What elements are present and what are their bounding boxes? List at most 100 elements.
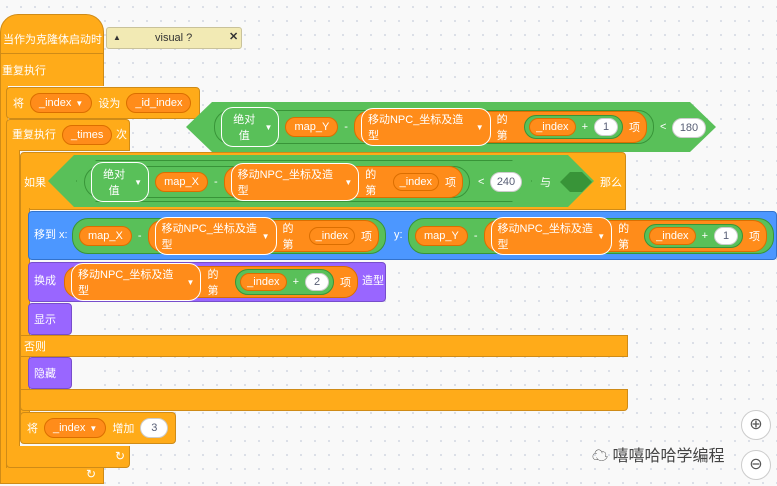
add-operator-3[interactable]: _index + 2 <box>235 269 334 295</box>
item-of-list-3[interactable]: 移动NPC_坐标及造型 ▼ 的第 _index 项 <box>147 217 379 255</box>
hide-block[interactable]: 隐藏 <box>28 357 72 389</box>
set-value-reporter[interactable]: _id_index <box>126 93 192 113</box>
item-suffix: 项 <box>749 231 760 243</box>
list-name: 移动NPC_坐标及造型 <box>367 114 464 142</box>
var-map-x-2[interactable]: map_X <box>79 226 132 246</box>
var-index[interactable]: _index <box>392 173 439 191</box>
collapse-icon[interactable]: ▲ <box>113 34 121 42</box>
number-input-180[interactable]: 180 <box>672 118 706 138</box>
add-operator-2[interactable]: _index + 1 <box>644 224 743 248</box>
minus-sign: - <box>213 176 218 188</box>
map-y-text: map_Y <box>424 230 459 242</box>
var-map-y-1[interactable]: map_Y <box>285 117 339 137</box>
list-dropdown-2[interactable]: 移动NPC_坐标及造型 ▼ <box>230 163 360 201</box>
zoom-in-button[interactable]: ⊕ <box>741 410 771 440</box>
map-x-text: map_X <box>164 176 199 188</box>
var-index[interactable]: _index <box>649 227 696 245</box>
list-dropdown-5[interactable]: 移动NPC_坐标及造型 ▼ <box>71 263 202 301</box>
lt-sign: < <box>478 176 485 188</box>
set-value-text: _id_index <box>135 97 183 109</box>
subtract-operator-x[interactable]: map_X - 移动NPC_坐标及造型 ▼ 的第 _index 项 <box>72 217 386 255</box>
close-icon[interactable]: ✕ <box>229 32 238 43</box>
set-var-block[interactable]: 将 _index ▼ 设为 _id_index <box>6 87 200 119</box>
number-text: 1 <box>722 230 730 242</box>
index-text: _index <box>315 230 348 242</box>
list-dropdown-4[interactable]: 移动NPC_坐标及造型 ▼ <box>490 217 613 255</box>
change-var-dropdown[interactable]: _index ▼ <box>44 418 107 438</box>
item-suffix: 项 <box>629 122 640 134</box>
list-dropdown-3[interactable]: 移动NPC_坐标及造型 ▼ <box>154 217 277 255</box>
dropdown-arrow-icon: ▼ <box>475 122 484 132</box>
plus-sign: + <box>292 276 299 288</box>
item-of-label: 的第 <box>207 269 219 297</box>
change-var-block[interactable]: 将 _index ▼ 增加 3 <box>20 412 176 444</box>
repeat-times-reporter[interactable]: _times <box>62 125 113 145</box>
plus-sign: + <box>581 121 588 133</box>
minus-sign: - <box>137 230 142 242</box>
repeat-bottom: ↻ <box>6 446 130 468</box>
hide-label: 隐藏 <box>34 368 56 380</box>
dropdown-arrow-icon: ▼ <box>261 231 270 241</box>
show-label: 显示 <box>34 314 56 326</box>
zoom-out-button[interactable]: ⊖ <box>741 450 771 480</box>
dropdown-arrow-icon: ▼ <box>344 177 353 187</box>
set-label: 将 <box>13 98 24 110</box>
var-map-y-2[interactable]: map_Y <box>415 226 468 246</box>
forever-label: 重复执行 <box>2 65 46 77</box>
subtract-operator-y[interactable]: map_Y - 移动NPC_坐标及造型 ▼ 的第 _index + 1 项 <box>408 217 774 255</box>
change-var-name: _index <box>53 422 86 434</box>
zoom-in-icon: ⊕ <box>749 416 763 433</box>
var-index[interactable]: _index <box>240 273 287 291</box>
minus-sign: - <box>344 121 348 133</box>
dropdown-arrow-icon: ▼ <box>89 423 98 433</box>
abs-operator-1[interactable]: 绝对值 ▼ map_Y - 移动NPC_坐标及造型 ▼ 的第 _index + 1 … <box>214 107 654 147</box>
number-input-3[interactable]: 3 <box>140 418 169 438</box>
lt-sign: < <box>660 121 667 133</box>
number-input-240[interactable]: 240 <box>490 172 522 192</box>
item-suffix: 项 <box>445 177 456 189</box>
and-label: 与 <box>540 177 551 189</box>
number-text: 240 <box>496 176 516 188</box>
item-of-label: 的第 <box>365 169 377 197</box>
wechat-icon: ☁ <box>592 448 609 465</box>
item-of-list-2[interactable]: 移动NPC_坐标及造型 ▼ 的第 _index 项 <box>223 163 463 201</box>
item-of-label: 的第 <box>618 223 630 251</box>
index-text: _index <box>399 176 432 188</box>
item-of-list-1[interactable]: 移动NPC_坐标及造型 ▼ 的第 _index + 1 项 <box>353 108 647 146</box>
repeat-var-text: _times <box>71 129 104 141</box>
show-block[interactable]: 显示 <box>28 303 72 335</box>
hat-label: 当作为克隆体启动时 <box>3 34 102 46</box>
repeat-times-label: 次 <box>116 129 127 141</box>
monitor-label: visual ? <box>155 32 193 44</box>
list-name: 移动NPC_坐标及造型 <box>161 223 257 251</box>
index-text: _index <box>656 230 689 242</box>
abs-dropdown-1[interactable]: 绝对值 ▼ <box>221 107 280 147</box>
number-text: 2 <box>313 276 321 288</box>
item-of-label: 的第 <box>282 223 294 251</box>
number-input[interactable]: 1 <box>594 118 618 136</box>
add-operator-1[interactable]: _index + 1 <box>524 115 623 139</box>
list-name: 移动NPC_坐标及造型 <box>78 269 174 297</box>
when-clone-start-hat[interactable]: 当作为克隆体启动时 <box>0 14 104 54</box>
number-input[interactable]: 1 <box>714 227 738 245</box>
watermark-text: 嘻嘻哈哈学编程 <box>612 448 725 465</box>
var-index[interactable]: _index <box>308 227 355 245</box>
var-index[interactable]: _index <box>529 118 576 136</box>
minus-sign: - <box>473 230 478 242</box>
item-of-list-5[interactable]: 移动NPC_坐标及造型 ▼ 的第 _index + 2 项 <box>64 263 358 301</box>
item-of-list-4[interactable]: 移动NPC_坐标及造型 ▼ 的第 _index + 1 项 <box>483 217 767 255</box>
list-dropdown-1[interactable]: 移动NPC_坐标及造型 ▼ <box>360 108 491 146</box>
dropdown-arrow-icon: ▼ <box>264 122 273 132</box>
forever-arrow-icon: ↻ <box>86 467 97 481</box>
plus-sign: + <box>701 230 708 242</box>
set-to-label: 设为 <box>98 98 121 110</box>
abs-dropdown-2[interactable]: 绝对值 ▼ <box>91 162 150 202</box>
abs-operator-2[interactable]: 绝对值 ▼ map_X - 移动NPC_坐标及造型 ▼ 的第 _index 项 <box>84 162 470 202</box>
set-var-name: _index <box>39 97 72 109</box>
set-var-dropdown[interactable]: _index ▼ <box>30 93 93 113</box>
index-text: _index <box>536 121 569 133</box>
var-map-x-1[interactable]: map_X <box>155 172 208 192</box>
visual-monitor[interactable]: ▲ visual ? ✕ <box>106 27 242 49</box>
number-input[interactable]: 2 <box>305 273 329 291</box>
item-of-label: 的第 <box>496 114 508 142</box>
